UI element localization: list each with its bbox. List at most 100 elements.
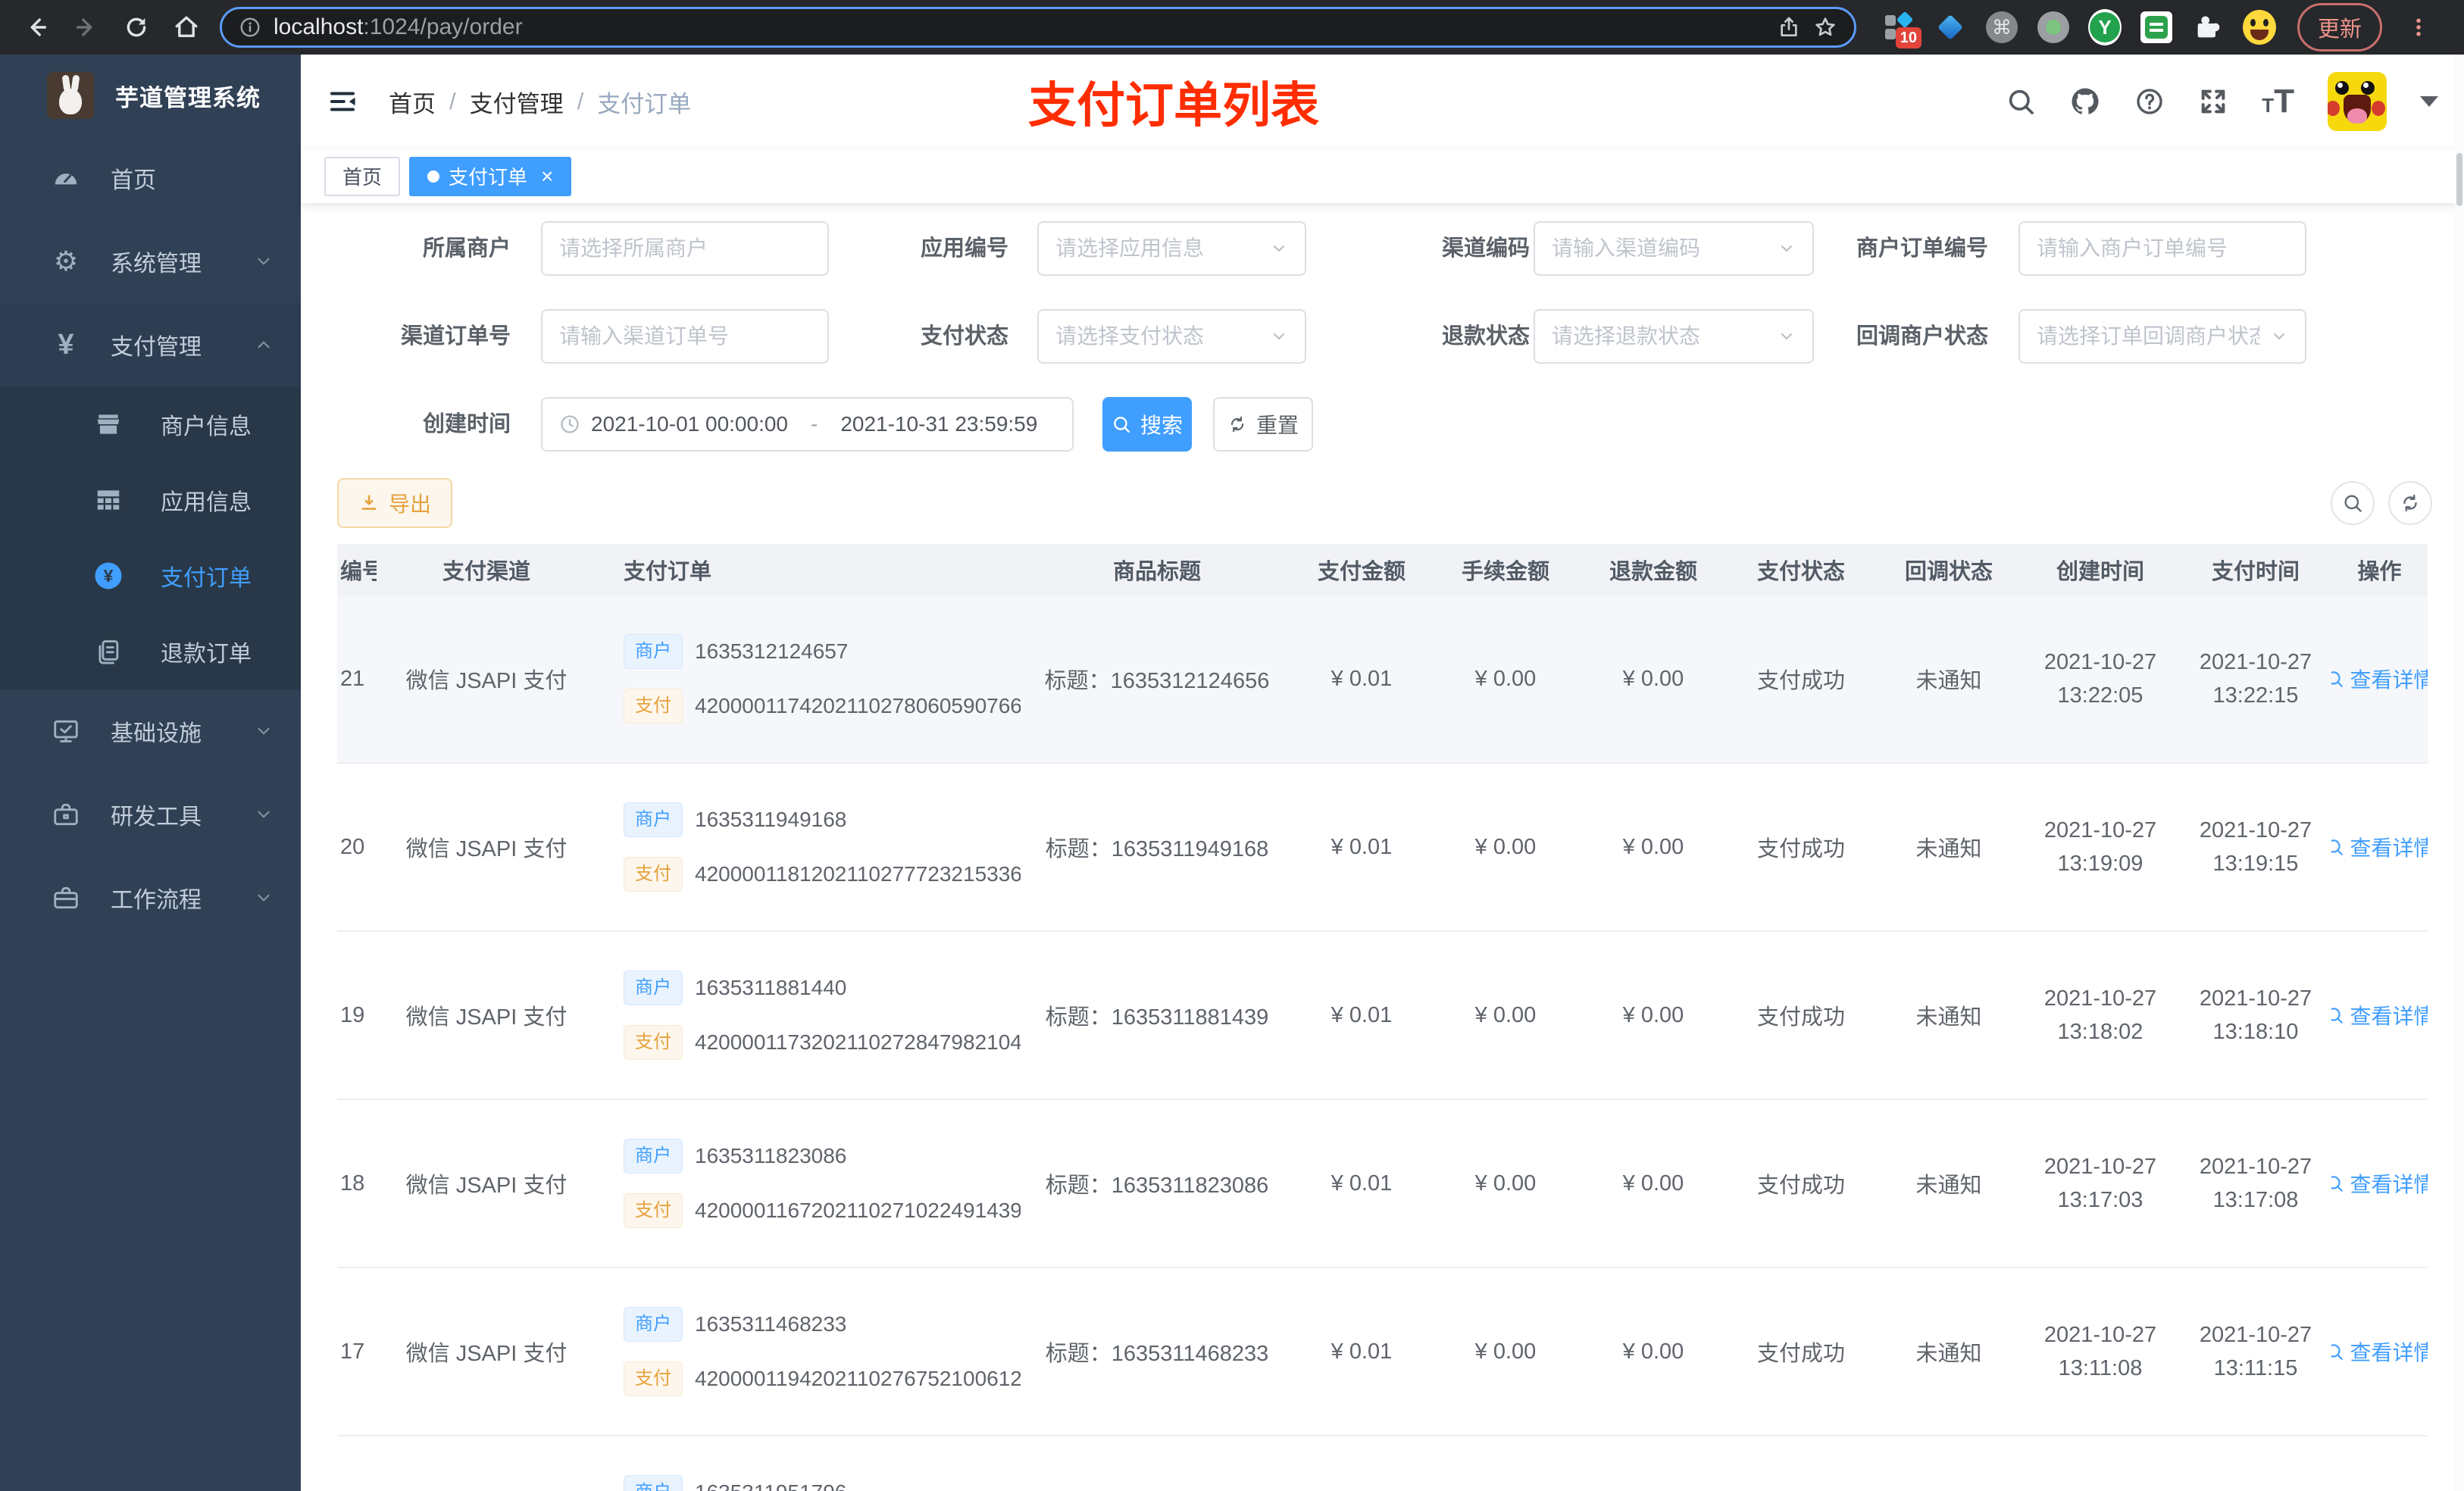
forward-icon[interactable] (65, 6, 108, 48)
col-header-fee: 手续金额 (1461, 560, 1549, 584)
sidebar-item-label: 基础设施 (111, 721, 202, 746)
sidebar-item-infra[interactable]: 基础设施 (0, 689, 301, 773)
channel-code-input[interactable] (1552, 236, 1767, 261)
command-icon[interactable]: ⌘ (1985, 11, 2018, 44)
bookmark-star-icon[interactable] (1813, 15, 1837, 39)
question-icon[interactable] (2134, 86, 2165, 117)
merchant-order-no: 1635311949168 (695, 808, 847, 831)
info-icon[interactable] (239, 16, 261, 39)
back-icon[interactable] (15, 6, 58, 48)
y-icon[interactable]: Y (2088, 9, 2122, 45)
view-detail-link[interactable]: 查看详情 (2331, 1336, 2428, 1367)
view-detail-label: 查看详情 (2350, 1341, 2428, 1364)
tab-home[interactable]: 首页 (324, 156, 401, 196)
date-start[interactable]: 2021-10-01 00:00:00 (591, 412, 788, 436)
document-icon (92, 637, 124, 666)
browser-update-button[interactable]: 更新 (2297, 3, 2383, 52)
col-header-no: 编号 (340, 560, 377, 584)
order-id: 18 (340, 1171, 365, 1196)
page-scrollbar[interactable] (2455, 55, 2464, 1491)
kite-icon[interactable] (1934, 11, 1967, 44)
github-icon[interactable] (2069, 86, 2101, 117)
tab-pay-order[interactable]: 支付订单 × (409, 156, 572, 196)
create-time: 13:17:03 (2057, 1188, 2143, 1212)
fullscreen-icon[interactable] (2198, 86, 2228, 117)
home-icon[interactable] (165, 6, 208, 48)
sidebar-item-pay-order[interactable]: ¥ 支付订单 (0, 538, 301, 614)
sidebar-fold-icon[interactable] (327, 86, 358, 117)
menu-dots-icon[interactable] (2397, 6, 2440, 48)
avatar[interactable] (2328, 72, 2387, 131)
sidebar-item-merchant-info[interactable]: 商户信息 (0, 386, 301, 462)
sidebar-item-refund-order[interactable]: 退款订单 (0, 614, 301, 689)
create-date: 2021-10-27 (2043, 818, 2157, 842)
url-text[interactable]: localhost:1024/pay/order (274, 14, 523, 40)
address-bar[interactable]: localhost:1024/pay/order (220, 7, 1856, 48)
order-id: 17 (340, 1339, 365, 1364)
tab-close-icon[interactable]: × (541, 164, 553, 189)
search-button[interactable]: 搜索 (1102, 397, 1192, 452)
pay-status-select[interactable] (1037, 309, 1306, 364)
pay-amount: ¥ 0.01 (1330, 1339, 1393, 1364)
date-end[interactable]: 2021-10-31 23:59:59 (840, 412, 1037, 436)
create-date: 2021-10-27 (2043, 650, 2157, 674)
channel-order-no-input[interactable] (559, 324, 811, 349)
col-header-actions: 操作 (2357, 560, 2402, 584)
filter-label-pay-status: 支付状态 (920, 324, 1008, 349)
search-icon[interactable] (2006, 86, 2036, 117)
date-range-picker[interactable]: 2021-10-01 00:00:00 - 2021-10-31 23:59:5… (541, 397, 1074, 452)
sidebar-item-app-info[interactable]: 应用信息 (0, 462, 301, 538)
dashboard-icon (50, 163, 82, 193)
table-header-row: 编号 支付渠道 支付订单 商品标题 支付金额 手续金额 退款金额 支付状态 回调… (337, 544, 2428, 595)
pay-order-no: 4200001174202110278060590766 (695, 694, 1021, 717)
refund-amount: ¥ 0.00 (1622, 1002, 1684, 1027)
export-button[interactable]: 导出 (337, 478, 453, 528)
merchant-order-no-input[interactable] (2037, 236, 2288, 261)
briefcase-icon (50, 883, 82, 912)
product-title: 标题：1635311823086 (1045, 1174, 1269, 1198)
view-detail-label: 查看详情 (2350, 668, 2428, 692)
pay-status-input[interactable] (1055, 324, 1259, 349)
merchant-order-no: 1635311823086 (695, 1144, 847, 1167)
sidebar-item-workflow[interactable]: 工作流程 (0, 856, 301, 939)
view-detail-link[interactable]: 查看详情 (2331, 1168, 2428, 1199)
pay-status: 支付成功 (1756, 669, 1845, 693)
refresh-table-button[interactable] (2388, 481, 2432, 525)
app-select[interactable] (1037, 221, 1306, 276)
sidebar-item-label: 支付管理 (111, 335, 202, 360)
show-search-toggle-button[interactable] (2331, 481, 2375, 525)
sidebar-item-home[interactable]: 首页 (0, 136, 301, 220)
chat-icon[interactable] (2140, 11, 2173, 44)
breadcrumb-home[interactable]: 首页 (389, 85, 436, 119)
notify-status-select[interactable] (2018, 309, 2306, 364)
puzzle-icon[interactable] (2191, 11, 2225, 44)
record-icon[interactable] (2037, 11, 2070, 44)
view-detail-link[interactable]: 查看详情 (2331, 1000, 2428, 1030)
app-select-input[interactable] (1055, 236, 1259, 261)
sidebar-item-pay[interactable]: ¥ 支付管理 (0, 303, 301, 386)
reload-icon[interactable] (115, 6, 158, 48)
merchant-order-no-field[interactable] (2018, 221, 2306, 276)
filter-label-merchant-order-no: 商户订单编号 (1856, 236, 1988, 261)
merchant-select[interactable] (541, 221, 829, 276)
emoji-icon[interactable] (2243, 10, 2276, 45)
view-detail-link[interactable]: 查看详情 (2331, 832, 2428, 862)
notify-status-input[interactable] (2037, 324, 2259, 349)
pay-time: 13:17:08 (2212, 1188, 2299, 1212)
pay-time: 13:22:15 (2212, 683, 2299, 708)
col-header-refund: 退款金额 (1609, 560, 1697, 584)
view-detail-link[interactable]: 查看详情 (2331, 664, 2428, 694)
refund-status-input[interactable] (1552, 324, 1767, 349)
breadcrumb-pay[interactable]: 支付管理 (470, 85, 564, 119)
share-icon[interactable] (1777, 15, 1801, 39)
merchant-input[interactable] (559, 236, 811, 261)
reset-button[interactable]: 重置 (1213, 397, 1313, 452)
fontsize-icon[interactable]: TT (2262, 83, 2294, 120)
channel-order-no-field[interactable] (541, 309, 829, 364)
extension-badge-icon[interactable]: 10 (1882, 11, 1921, 48)
col-header-amount: 支付金额 (1317, 560, 1406, 584)
chevron-down-icon (2270, 327, 2288, 345)
caret-down-icon[interactable] (2420, 96, 2438, 107)
sidebar-item-devtools[interactable]: 研发工具 (0, 773, 301, 856)
sidebar-item-system[interactable]: ⚙ 系统管理 (0, 220, 301, 303)
